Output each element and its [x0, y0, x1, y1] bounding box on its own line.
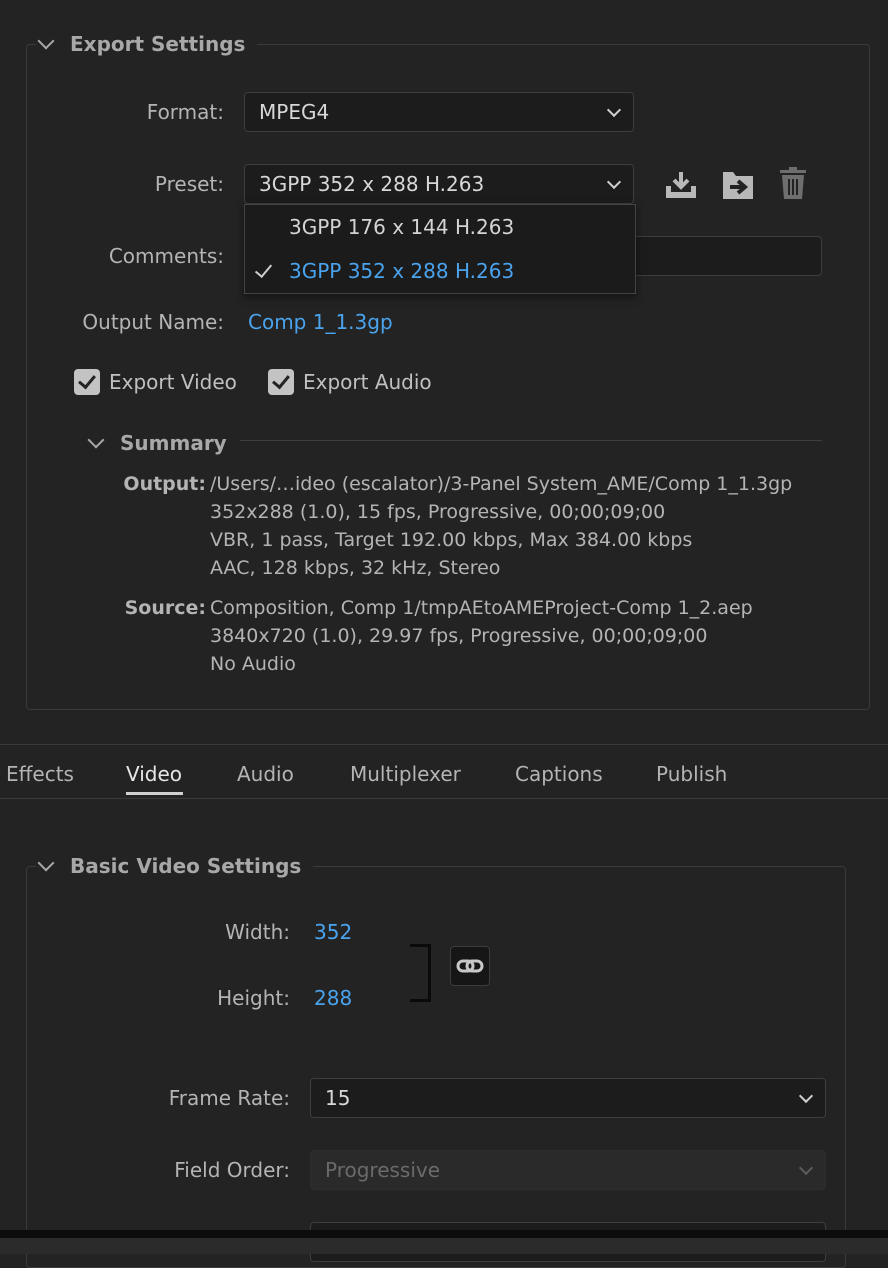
width-value[interactable]: 352: [314, 920, 352, 944]
format-value: MPEG4: [259, 100, 330, 124]
summary-divider: [240, 440, 822, 441]
summary-output-line: 352x288 (1.0), 15 fps, Progressive, 00;0…: [210, 501, 666, 523]
link-icon: [456, 959, 484, 973]
tab-captions[interactable]: Captions: [515, 762, 603, 786]
export-settings-title: Export Settings: [70, 32, 246, 56]
height-value[interactable]: 288: [314, 986, 352, 1010]
link-bracket: [410, 944, 431, 1002]
frame-rate-value: 15: [325, 1086, 351, 1110]
field-order-label: Field Order:: [174, 1158, 290, 1182]
delete-preset-icon[interactable]: [778, 166, 808, 200]
preset-option-label: 3GPP 352 x 288 H.263: [289, 259, 515, 283]
basic-video-settings-title: Basic Video Settings: [70, 854, 302, 878]
summary-source-line: Composition, Comp 1/tmpAEtoAMEProject-Co…: [210, 597, 753, 619]
tabs-bottom-border: [0, 798, 888, 799]
tab-video[interactable]: Video: [126, 762, 182, 786]
chevron-down-icon: [87, 431, 105, 449]
preset-option-selected[interactable]: 3GPP 352 x 288 H.263: [245, 249, 635, 293]
active-tab-indicator: [126, 792, 183, 795]
summary-output-label: Output:: [123, 473, 206, 495]
checkbox-checked-icon: [268, 369, 294, 395]
format-select[interactable]: MPEG4: [244, 92, 634, 132]
summary-output-line: AAC, 128 kbps, 32 kHz, Stereo: [210, 557, 501, 579]
save-preset-icon[interactable]: [664, 170, 698, 200]
preset-dropdown-menu: 3GPP 176 x 144 H.263 3GPP 352 x 288 H.26…: [244, 204, 636, 294]
summary-output-line: VBR, 1 pass, Target 192.00 kbps, Max 384…: [210, 529, 693, 551]
link-aspect-button[interactable]: [450, 946, 490, 986]
bottom-bar-strip: [0, 1238, 888, 1254]
preset-option-label: 3GPP 176 x 144 H.263: [289, 215, 515, 239]
summary-source-label: Source:: [124, 597, 206, 619]
chevron-down-icon: [37, 854, 55, 872]
summary-source-line: No Audio: [210, 653, 296, 675]
field-order-value: Progressive: [325, 1158, 441, 1182]
output-name-link[interactable]: Comp 1_1.3gp: [248, 310, 393, 334]
summary-title: Summary: [120, 431, 227, 455]
height-label: Height:: [217, 986, 290, 1010]
preset-label: Preset:: [154, 172, 224, 196]
frame-rate-select[interactable]: 15: [310, 1078, 826, 1118]
comments-label: Comments:: [108, 244, 224, 268]
basic-video-settings-panel: [26, 866, 846, 1268]
summary-source-line: 3840x720 (1.0), 29.97 fps, Progressive, …: [210, 625, 708, 647]
output-name-label: Output Name:: [82, 310, 224, 334]
checkbox-checked-icon: [74, 369, 100, 395]
tab-multiplexer[interactable]: Multiplexer: [350, 762, 461, 786]
chevron-down-icon: [606, 102, 622, 118]
export-video-checkbox[interactable]: Export Video: [74, 369, 237, 395]
preset-select[interactable]: 3GPP 352 x 288 H.263: [244, 164, 634, 204]
chevron-down-icon: [606, 174, 622, 190]
width-label: Width:: [225, 920, 290, 944]
frame-rate-label: Frame Rate:: [168, 1086, 290, 1110]
export-audio-label: Export Audio: [303, 370, 432, 394]
chevron-down-icon: [798, 1088, 814, 1104]
chevron-down-icon: [798, 1160, 814, 1176]
basic-video-settings-header[interactable]: Basic Video Settings: [36, 854, 314, 878]
tab-effects[interactable]: Effects: [6, 762, 74, 786]
field-order-select: Progressive: [310, 1150, 826, 1190]
export-settings-header[interactable]: Export Settings: [36, 32, 258, 56]
format-label: Format:: [146, 100, 224, 124]
checkmark-icon: [254, 259, 273, 279]
export-video-label: Export Video: [109, 370, 237, 394]
summary-header[interactable]: Summary: [86, 431, 239, 455]
summary-output-line: /Users/…ideo (escalator)/3-Panel System_…: [210, 473, 793, 495]
chevron-down-icon: [37, 32, 55, 50]
export-audio-checkbox[interactable]: Export Audio: [268, 369, 432, 395]
preset-value: 3GPP 352 x 288 H.263: [259, 172, 485, 196]
import-preset-icon[interactable]: [720, 168, 756, 202]
tab-audio[interactable]: Audio: [237, 762, 294, 786]
preset-option[interactable]: 3GPP 176 x 144 H.263: [245, 205, 635, 249]
tab-publish[interactable]: Publish: [656, 762, 727, 786]
tabs-top-border: [0, 744, 888, 745]
